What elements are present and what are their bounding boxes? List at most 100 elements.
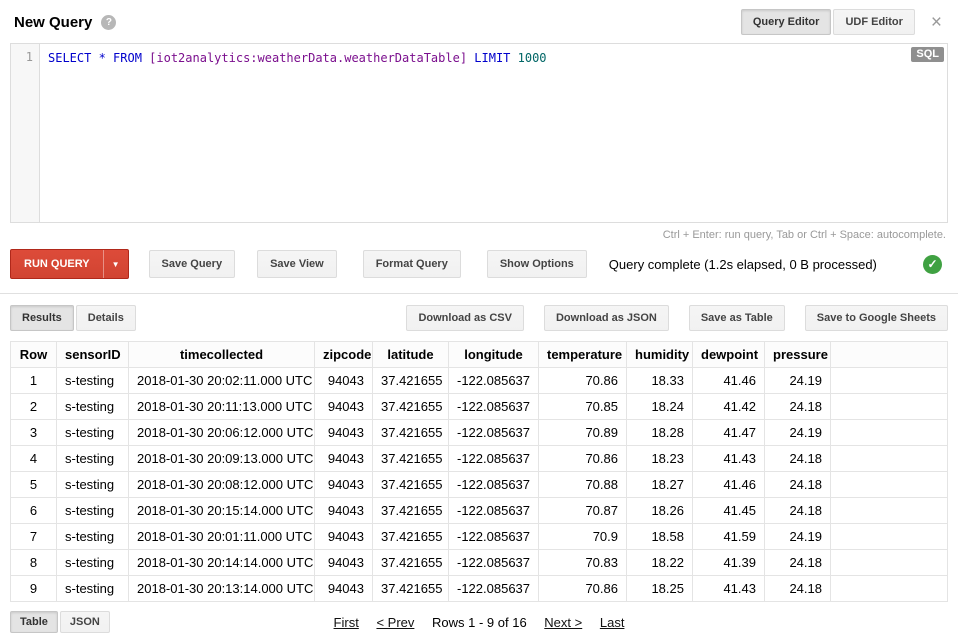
save-query-button[interactable]: Save Query [149, 250, 236, 278]
table-cell: 7 [11, 524, 57, 550]
table-cell: -122.085637 [449, 550, 539, 576]
table-cell: 37.421655 [373, 472, 449, 498]
pagination-info: Rows 1 - 9 of 16 [432, 615, 527, 630]
success-check-icon: ✓ [923, 255, 942, 274]
table-cell: 2018-01-30 20:13:14.000 UTC [129, 576, 315, 602]
table-cell: 2018-01-30 20:15:14.000 UTC [129, 498, 315, 524]
table-cell: 24.18 [765, 498, 831, 524]
table-row: 8s-testing2018-01-30 20:14:14.000 UTC940… [11, 550, 948, 576]
table-cell: 41.46 [693, 368, 765, 394]
table-cell: 24.18 [765, 394, 831, 420]
save-view-button[interactable]: Save View [257, 250, 337, 278]
column-header-pressure: pressure [765, 342, 831, 368]
save-to-sheets-button[interactable]: Save to Google Sheets [805, 305, 948, 331]
table-cell: s-testing [57, 550, 129, 576]
sql-code-area[interactable]: SELECT * FROM [iot2analytics:weatherData… [40, 44, 947, 222]
udf-editor-button[interactable]: UDF Editor [833, 9, 914, 35]
header: New Query ? Query Editor UDF Editor × [0, 0, 958, 41]
table-cell: 18.22 [627, 550, 693, 576]
show-options-button[interactable]: Show Options [487, 250, 587, 278]
table-cell: 37.421655 [373, 524, 449, 550]
table-cell: 9 [11, 576, 57, 602]
line-number: 1 [26, 50, 33, 64]
table-cell: 2018-01-30 20:11:13.000 UTC [129, 394, 315, 420]
table-cell: s-testing [57, 524, 129, 550]
table-cell: 24.19 [765, 524, 831, 550]
table-cell: 2018-01-30 20:01:11.000 UTC [129, 524, 315, 550]
table-cell: 24.18 [765, 472, 831, 498]
table-cell: 70.86 [539, 576, 627, 602]
save-as-table-button[interactable]: Save as Table [689, 305, 785, 331]
table-cell: -122.085637 [449, 420, 539, 446]
table-cell: 2018-01-30 20:08:12.000 UTC [129, 472, 315, 498]
table-cell: 24.19 [765, 420, 831, 446]
table-cell-filler [831, 472, 948, 498]
run-query-button[interactable]: RUN QUERY ▼ [10, 249, 129, 279]
pagination-first-link[interactable]: First [334, 615, 359, 630]
table-cell: 70.9 [539, 524, 627, 550]
column-header-latitude: latitude [373, 342, 449, 368]
table-cell-filler [831, 394, 948, 420]
column-header-zipcode: zipcode [315, 342, 373, 368]
table-cell: 2018-01-30 20:06:12.000 UTC [129, 420, 315, 446]
table-cell: 2018-01-30 20:02:11.000 UTC [129, 368, 315, 394]
sql-number: 1000 [518, 51, 547, 65]
table-cell: 2018-01-30 20:09:13.000 UTC [129, 446, 315, 472]
table-cell: 37.421655 [373, 550, 449, 576]
tab-details[interactable]: Details [76, 305, 136, 331]
table-cell: 24.18 [765, 550, 831, 576]
column-header-dewpoint: dewpoint [693, 342, 765, 368]
table-cell: s-testing [57, 498, 129, 524]
table-cell: 24.19 [765, 368, 831, 394]
line-number-gutter: 1 [11, 44, 40, 222]
results-table-body: 1s-testing2018-01-30 20:02:11.000 UTC940… [11, 368, 948, 602]
table-cell: 41.47 [693, 420, 765, 446]
column-header-sensorid: sensorID [57, 342, 129, 368]
download-csv-button[interactable]: Download as CSV [406, 305, 524, 331]
table-cell: -122.085637 [449, 368, 539, 394]
table-cell: 1 [11, 368, 57, 394]
table-cell: 94043 [315, 498, 373, 524]
table-cell: 41.43 [693, 576, 765, 602]
table-cell: s-testing [57, 368, 129, 394]
run-query-dropdown-icon[interactable]: ▼ [103, 250, 128, 278]
table-cell: 24.18 [765, 576, 831, 602]
table-row: 2s-testing2018-01-30 20:11:13.000 UTC940… [11, 394, 948, 420]
table-cell: 70.89 [539, 420, 627, 446]
run-query-label[interactable]: RUN QUERY [11, 250, 103, 278]
sql-badge: SQL [911, 47, 944, 62]
table-row: 5s-testing2018-01-30 20:08:12.000 UTC940… [11, 472, 948, 498]
table-cell: -122.085637 [449, 472, 539, 498]
table-row: 6s-testing2018-01-30 20:15:14.000 UTC940… [11, 498, 948, 524]
pagination-prev-link[interactable]: < Prev [376, 615, 414, 630]
query-editor-button[interactable]: Query Editor [741, 9, 832, 35]
table-cell: 94043 [315, 524, 373, 550]
pagination-last-link[interactable]: Last [600, 615, 625, 630]
column-header-temperature: temperature [539, 342, 627, 368]
table-cell: 94043 [315, 420, 373, 446]
table-cell-filler [831, 576, 948, 602]
table-cell: 41.43 [693, 446, 765, 472]
download-json-button[interactable]: Download as JSON [544, 305, 669, 331]
results-actions: Download as CSV Download as JSON Save as… [386, 305, 948, 331]
sql-keyword: LIMIT [467, 51, 518, 65]
table-cell: 94043 [315, 576, 373, 602]
tab-results[interactable]: Results [10, 305, 74, 331]
table-cell: 41.42 [693, 394, 765, 420]
sql-table-ref: [iot2analytics:weatherData.weatherDataTa… [149, 51, 467, 65]
editor-shortcut-hint: Ctrl + Enter: run query, Tab or Ctrl + S… [0, 223, 958, 247]
table-cell: 37.421655 [373, 368, 449, 394]
table-cell: 18.27 [627, 472, 693, 498]
help-icon[interactable]: ? [101, 15, 116, 30]
page-title: New Query [14, 14, 92, 31]
table-cell: 18.58 [627, 524, 693, 550]
format-query-button[interactable]: Format Query [363, 250, 461, 278]
table-cell: 18.28 [627, 420, 693, 446]
pagination-next-link[interactable]: Next > [544, 615, 582, 630]
table-cell: -122.085637 [449, 498, 539, 524]
close-icon[interactable]: × [931, 13, 942, 32]
table-cell: 37.421655 [373, 576, 449, 602]
table-cell-filler [831, 446, 948, 472]
column-header-row: Row [11, 342, 57, 368]
sql-keyword: SELECT * FROM [48, 51, 149, 65]
